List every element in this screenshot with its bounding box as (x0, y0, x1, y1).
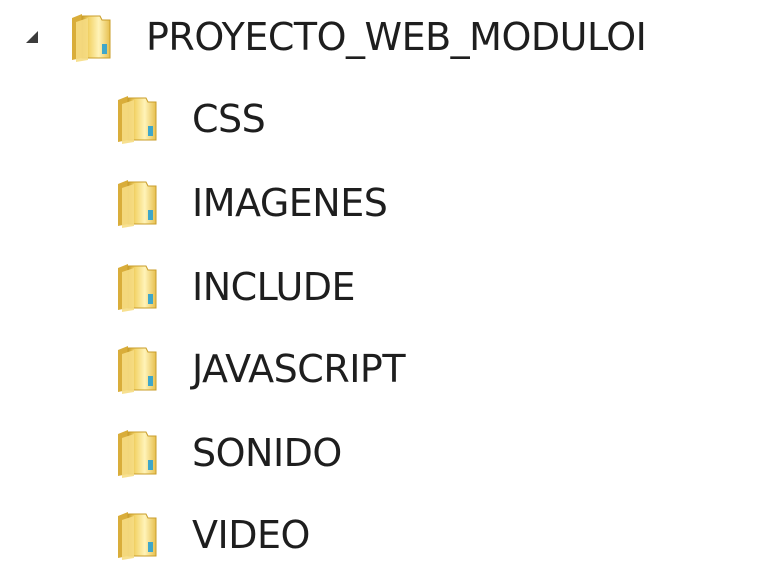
tree-item-imagenes[interactable]: IMAGENES (112, 168, 388, 238)
tree-item-javascript[interactable]: JAVASCRIPT (112, 334, 406, 404)
tree-item-label: JAVASCRIPT (192, 347, 406, 391)
tree-root-label: PROYECTO_WEB_MODULOI (146, 15, 647, 59)
folder-icon (112, 260, 166, 314)
tree-item-label: CSS (192, 97, 266, 141)
folder-icon (112, 342, 166, 396)
tree-item-include[interactable]: INCLUDE (112, 252, 356, 322)
tree-item-label: IMAGENES (192, 181, 388, 225)
tree-item-label: SONIDO (192, 431, 342, 475)
folder-icon (66, 10, 120, 64)
folder-icon (112, 176, 166, 230)
folder-icon (112, 508, 166, 562)
tree-item-label: INCLUDE (192, 265, 356, 309)
expanded-triangle-icon[interactable] (18, 23, 46, 51)
tree-item-video[interactable]: VIDEO (112, 500, 310, 570)
folder-tree: PROYECTO_WEB_MODULOI CSS IMAGENES INCLUD… (0, 0, 780, 570)
tree-item-css[interactable]: CSS (112, 84, 266, 154)
tree-root-item[interactable]: PROYECTO_WEB_MODULOI (18, 2, 647, 72)
tree-item-sonido[interactable]: SONIDO (112, 418, 342, 488)
folder-icon (112, 92, 166, 146)
folder-icon (112, 426, 166, 480)
tree-item-label: VIDEO (192, 513, 310, 557)
